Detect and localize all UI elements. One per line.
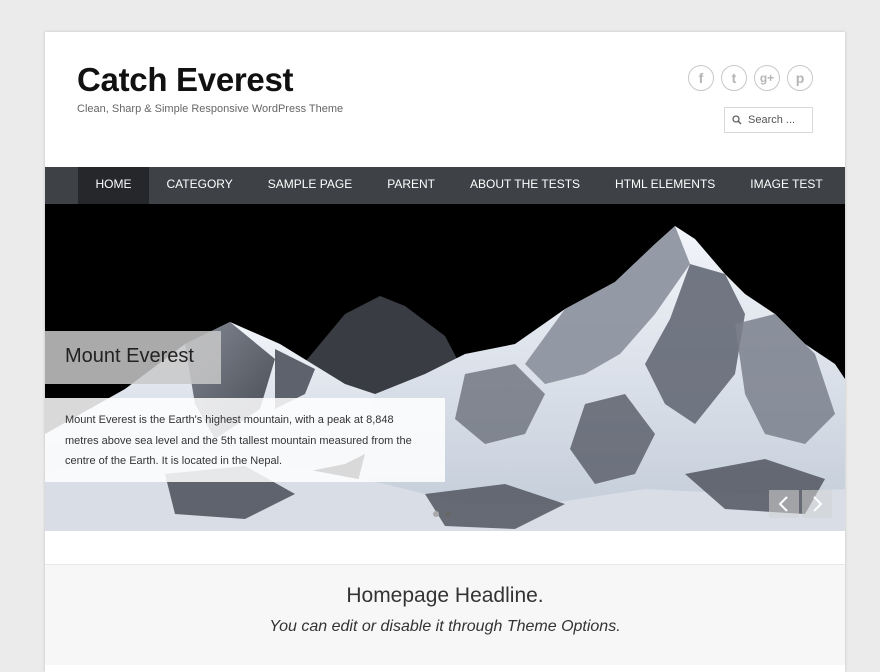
nav-item-home[interactable]: HOME [78, 167, 149, 204]
search-icon [732, 115, 742, 125]
page-container: Catch Everest Clean, Sharp & Simple Resp… [45, 32, 845, 672]
slide-prev-button[interactable] [769, 490, 799, 518]
nav-item-html-elements[interactable]: HTML ELEMENTS [598, 167, 733, 204]
nav-item-sample-page[interactable]: SAMPLE PAGE [250, 167, 369, 204]
headline-subtitle: You can edit or disable it through Theme… [269, 618, 621, 635]
slide-next-button[interactable] [802, 490, 832, 518]
nav-item-category[interactable]: CATEGORY [149, 167, 250, 204]
slide-excerpt: Mount Everest is the Earth's highest mou… [45, 398, 445, 482]
slide-title[interactable]: Mount Everest [45, 331, 221, 384]
twitter-icon[interactable]: t [721, 65, 747, 91]
nav-item-parent[interactable]: PARENT [370, 167, 453, 204]
slide-dot[interactable] [445, 511, 451, 517]
nav-item-about-the-tests[interactable]: ABOUT THE TESTS [453, 167, 598, 204]
google-plus-icon[interactable]: g+ [754, 65, 780, 91]
featured-slider: Mount Everest Mount Everest is the Earth… [45, 204, 845, 531]
slide-pagination [433, 511, 451, 517]
search-field[interactable]: Search ... [724, 107, 813, 133]
homepage-headline: Homepage Headline. You can edit or disab… [45, 564, 845, 665]
slide-dot[interactable] [433, 511, 439, 517]
search-placeholder: Search ... [748, 114, 796, 126]
nav-item-image-test[interactable]: IMAGE TEST [733, 167, 840, 204]
social-links: f t g+ p [688, 65, 813, 91]
chevron-left-icon [778, 496, 788, 512]
site-description: Clean, Sharp & Simple Responsive WordPre… [77, 103, 344, 115]
headline-title: Homepage Headline. [346, 584, 544, 607]
facebook-icon[interactable]: f [688, 65, 714, 91]
pinterest-icon[interactable]: p [787, 65, 813, 91]
chevron-right-icon [813, 496, 823, 512]
main-nav: HOME CATEGORY SAMPLE PAGE PARENT ABOUT T… [45, 167, 845, 204]
site-title[interactable]: Catch Everest [77, 62, 294, 98]
